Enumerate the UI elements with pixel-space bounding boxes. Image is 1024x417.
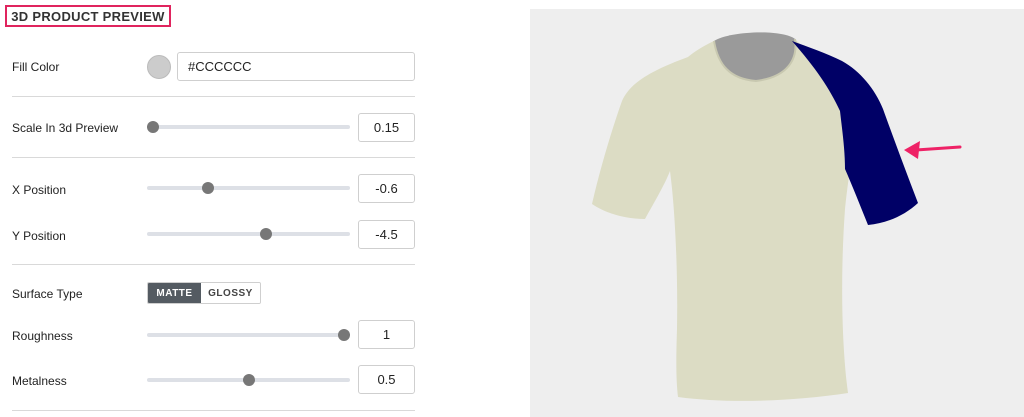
roughness-value: 1	[382, 327, 391, 342]
y-position-value-input[interactable]: -4.5	[358, 220, 415, 249]
metalness-value: 0.5	[377, 372, 396, 387]
metalness-slider[interactable]	[147, 374, 350, 386]
x-position-value: -0.6	[375, 181, 398, 196]
x-position-value-input[interactable]: -0.6	[358, 174, 415, 203]
surface-matte-button[interactable]: MATTE	[148, 283, 201, 303]
highlight-arrow-icon	[904, 141, 962, 159]
divider	[12, 410, 415, 411]
divider	[12, 96, 415, 97]
roughness-label: Roughness	[12, 329, 73, 343]
roughness-slider[interactable]	[147, 329, 350, 341]
x-position-label: X Position	[12, 183, 67, 197]
slider-track	[147, 186, 350, 190]
slider-thumb[interactable]	[242, 374, 255, 386]
surface-glossy-button[interactable]: GLOSSY	[201, 283, 260, 303]
y-position-value: -4.5	[375, 227, 398, 242]
surface-type-toggle: MATTE GLOSSY	[147, 282, 261, 304]
tshirt-model	[592, 32, 962, 401]
fill-color-swatch[interactable]	[147, 55, 171, 79]
x-position-slider[interactable]	[147, 182, 350, 194]
section-title-box: 3D PRODUCT PREVIEW	[5, 5, 171, 27]
slider-thumb[interactable]	[202, 182, 215, 194]
slider-thumb[interactable]	[147, 121, 159, 133]
roughness-value-input[interactable]: 1	[358, 320, 415, 349]
divider	[12, 157, 415, 158]
scale-value-input[interactable]: 0.15	[358, 113, 415, 142]
metalness-value-input[interactable]: 0.5	[358, 365, 415, 394]
fill-color-label: Fill Color	[12, 60, 60, 74]
y-position-label: Y Position	[12, 229, 66, 243]
scale-slider[interactable]	[147, 121, 350, 133]
settings-panel: 3D PRODUCT PREVIEW Fill Color Scale In 3…	[0, 0, 430, 417]
divider	[12, 264, 415, 265]
slider-track	[147, 125, 350, 129]
slider-track	[147, 232, 350, 236]
scale-value: 0.15	[373, 120, 400, 135]
scale-label: Scale In 3d Preview	[12, 121, 119, 135]
fill-color-input[interactable]	[177, 52, 415, 81]
surface-type-label: Surface Type	[12, 287, 83, 301]
metalness-label: Metalness	[12, 374, 67, 388]
y-position-slider[interactable]	[147, 228, 350, 240]
slider-track	[147, 333, 350, 337]
slider-thumb[interactable]	[338, 329, 350, 341]
slider-thumb[interactable]	[259, 228, 272, 240]
3d-preview-viewport[interactable]	[530, 9, 1024, 417]
section-title: 3D PRODUCT PREVIEW	[11, 8, 165, 24]
